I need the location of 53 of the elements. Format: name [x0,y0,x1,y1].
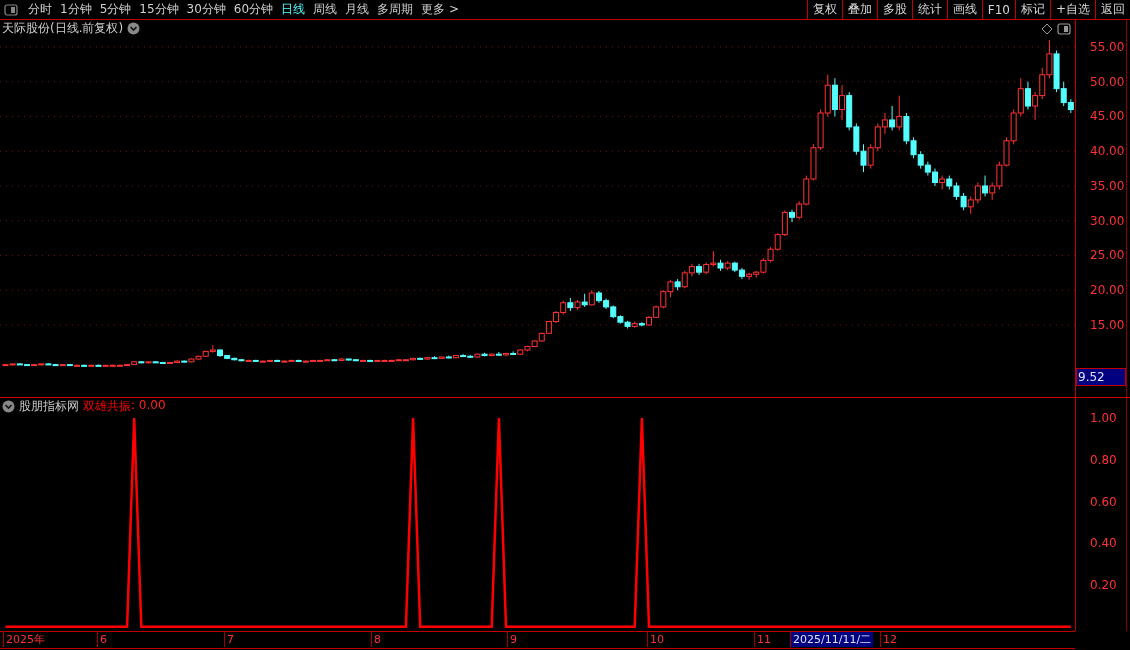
period-tab[interactable]: 日线 [277,0,310,19]
date-label: 11 [754,632,773,647]
date-label: 2025/11/11/二 [790,632,874,647]
indicator-value: : 0.00 [131,398,166,414]
toolbar-button[interactable]: 标记 [1014,0,1050,19]
toolbar-button[interactable]: 叠加 [841,0,877,19]
toolbar-button[interactable]: F10 [981,0,1015,19]
date-label: 6 [97,632,109,647]
toolbar-button[interactable]: 统计 [911,0,947,19]
period-tab[interactable]: 5分钟 [95,0,136,19]
date-label: 10 [647,632,666,647]
axis-label: 0.20 [1090,578,1117,593]
date-label: 7 [224,632,236,647]
period-tab[interactable]: 月线 [341,0,374,19]
date-label: 12 [880,632,899,647]
period-tab[interactable]: 多周期 [373,0,418,19]
price-label: 15.00 [1090,318,1125,332]
price-label: 20.00 [1090,283,1125,298]
period-tab[interactable]: 1分钟 [56,0,96,19]
price-label: 35.00 [1090,178,1125,193]
toolbar-button[interactable]: +自选 [1049,0,1095,19]
period-tab[interactable]: 15分钟 [135,0,183,19]
toolbar-button[interactable]: 画线 [946,0,982,19]
chevron-down-icon[interactable] [127,22,141,35]
chevron-down-icon[interactable] [2,400,15,413]
panel-toggle-icon[interactable] [4,3,18,16]
price-label: 50.00 [1090,74,1125,89]
date-label: 9 [507,632,519,647]
axis-label: 1.00 [1090,411,1117,426]
price-label: 30.00 [1090,213,1125,228]
current-price-tag: 9.52 [1076,368,1126,386]
period-tab[interactable]: 周线 [309,0,342,19]
date-label: 8 [371,632,383,647]
toolbar-button[interactable]: 返回 [1095,0,1130,19]
toolbar-button[interactable]: 多股 [876,0,912,19]
indicator-name: 双雄共振 [83,398,131,415]
axis-label: 0.60 [1090,494,1117,509]
period-tab[interactable]: 30分钟 [182,0,230,19]
price-label: 40.00 [1090,144,1125,159]
period-tab[interactable]: 分时 [24,0,56,19]
axis-label: 0.40 [1090,536,1117,551]
price-label: 55.00 [1090,39,1125,54]
chart-title: 天际股份(日线.前复权) [2,20,124,37]
price-label: 45.00 [1090,109,1125,124]
toolbar-button[interactable]: 复权 [806,0,842,19]
period-tab[interactable]: 更多 > [417,0,463,19]
axis-label: 0.80 [1090,452,1117,467]
diamond-icon[interactable] [1041,22,1053,35]
indicator-source: 股朋指标网 [19,398,79,415]
date-label: 2025年 [3,632,47,647]
period-tab[interactable]: 60分钟 [229,0,278,19]
panel-toggle-icon[interactable] [1057,22,1071,35]
price-label: 25.00 [1090,248,1125,263]
